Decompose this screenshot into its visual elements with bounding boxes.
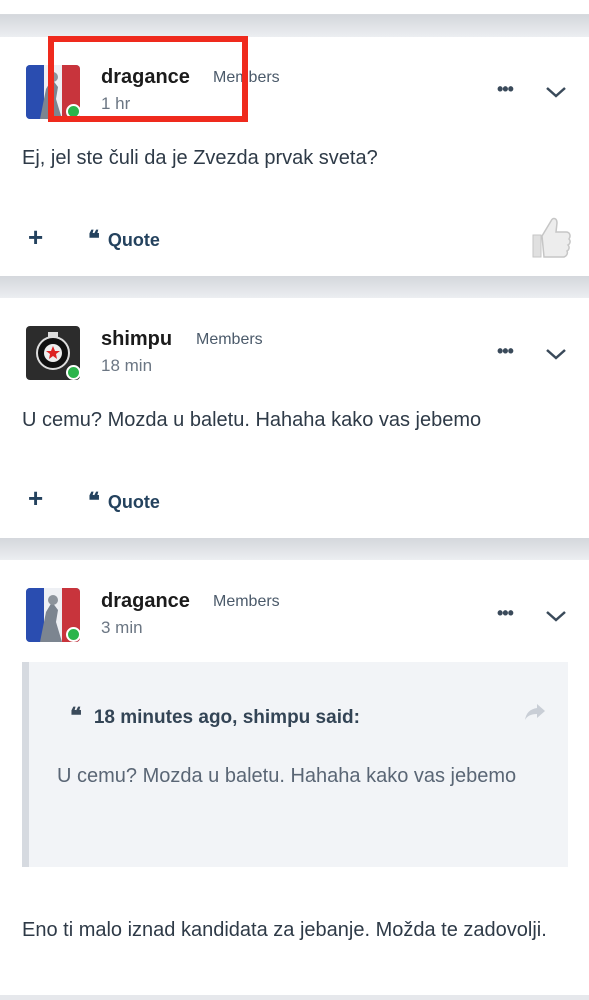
online-indicator (66, 365, 81, 380)
chevron-down-icon[interactable] (545, 609, 567, 623)
post-content: Ej, jel ste čuli da je Zvezda prvak svet… (22, 147, 378, 169)
chevron-down-icon[interactable] (545, 85, 567, 99)
member-group: Members (213, 593, 280, 610)
more-options-icon[interactable]: ••• (497, 341, 514, 362)
add-reaction-button[interactable]: + (28, 222, 43, 253)
online-indicator (66, 627, 81, 642)
thumbs-up-icon[interactable] (529, 215, 571, 261)
quote-icon: ❝ (70, 703, 82, 729)
post-separator (0, 15, 589, 37)
member-group: Members (196, 331, 263, 348)
post-time[interactable]: 18 min (101, 356, 152, 376)
author-name[interactable]: shimpu (101, 328, 172, 351)
more-options-icon[interactable]: ••• (497, 79, 514, 100)
post-1: dragance Members 1 hr ••• Ej, jel ste ču… (0, 36, 589, 276)
previous-post-edge (0, 0, 589, 15)
post-separator (0, 538, 589, 560)
quote-header-text: 18 minutes ago, shimpu said: (93, 707, 360, 728)
post-content: U cemu? Mozda u baletu. Hahaha kako vas … (22, 409, 482, 431)
quote-header[interactable]: ❝ 18 minutes ago, shimpu said: (70, 703, 360, 729)
highlight-box (48, 36, 248, 122)
bottom-edge (0, 995, 589, 1000)
add-reaction-button[interactable]: + (28, 483, 43, 514)
quote-label: Quote (107, 492, 160, 512)
post-2: shimpu Members 18 min ••• U cemu? Mozda … (0, 298, 589, 538)
quote-button[interactable]: ❝ Quote (88, 226, 160, 252)
go-to-post-icon[interactable] (523, 702, 547, 722)
post-content: Eno ti malo iznad kandidata za jebanje. … (22, 919, 547, 941)
quote-icon: ❝ (88, 488, 100, 514)
post-time[interactable]: 3 min (101, 618, 143, 638)
quote-icon: ❝ (88, 226, 100, 252)
author-name[interactable]: dragance (101, 590, 190, 613)
quote-button[interactable]: ❝ Quote (88, 488, 160, 514)
chevron-down-icon[interactable] (545, 347, 567, 361)
quoted-text: U cemu? Mozda u baletu. Hahaha kako vas … (57, 765, 517, 787)
quote-label: Quote (107, 230, 160, 250)
post-separator (0, 276, 589, 298)
more-options-icon[interactable]: ••• (497, 603, 514, 624)
